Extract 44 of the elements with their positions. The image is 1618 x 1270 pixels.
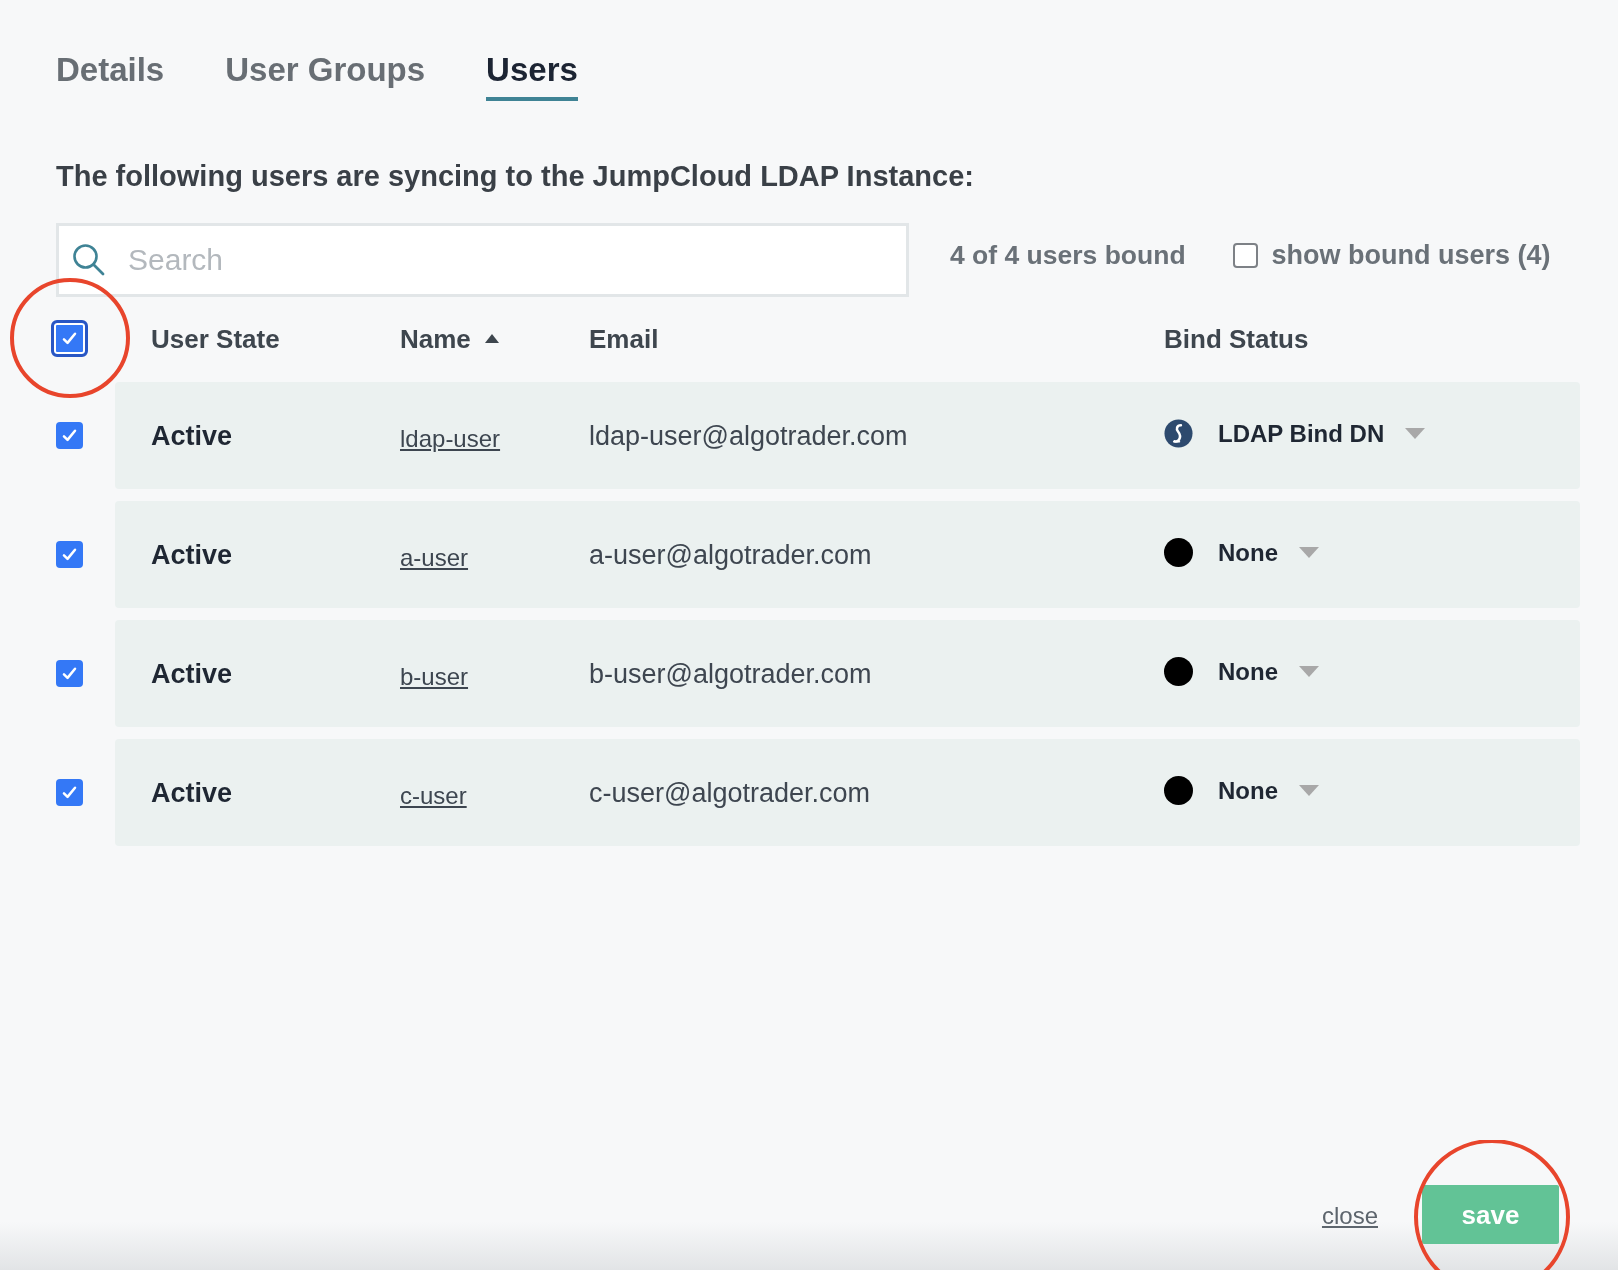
row-checkbox[interactable] (56, 660, 83, 687)
bind-status-dropdown[interactable]: None (1164, 538, 1319, 567)
bind-status-dropdown[interactable]: LDAP Bind DN (1164, 419, 1426, 448)
user-email: ldap-user@algotrader.com (589, 420, 908, 451)
checkbox-label[interactable]: show bound users (4) (1271, 240, 1551, 270)
search-field[interactable]: Search (56, 223, 909, 297)
column-header: Bind Status (1164, 323, 1309, 354)
select-all-checkbox[interactable] (51, 320, 88, 357)
caret-icon (1299, 547, 1319, 558)
user-email: b-user@algotrader.com (589, 658, 872, 689)
tab[interactable]: User Groups (225, 51, 426, 101)
column-header[interactable]: Name (400, 323, 500, 354)
check-icon (61, 666, 78, 681)
check-icon (61, 785, 78, 800)
close-link[interactable]: close (1321, 1201, 1378, 1230)
user-state: Active (151, 419, 233, 452)
tab[interactable]: Users (486, 51, 578, 101)
caret-icon (1299, 785, 1319, 796)
column-header: User State (151, 323, 280, 354)
user-email: c-user@algotrader.com (589, 777, 871, 808)
user-link[interactable]: b-user (400, 656, 469, 691)
column-header: Email (589, 323, 659, 354)
user-link[interactable]: c-user (400, 775, 467, 810)
bind-status-dropdown[interactable]: None (1164, 776, 1319, 805)
row-checkbox[interactable] (56, 541, 83, 568)
user-email: a-user@algotrader.com (589, 539, 872, 570)
check-icon (61, 547, 78, 562)
row-checkbox[interactable] (56, 779, 83, 806)
user-state: Active (151, 538, 233, 571)
bound-count: 4 of 4 users bound (950, 240, 1186, 270)
bind-status-dropdown[interactable]: None (1164, 657, 1319, 686)
check-icon (61, 428, 78, 443)
search-icon (72, 243, 105, 276)
user-link[interactable]: ldap-user (400, 418, 501, 453)
caret-icon (1405, 428, 1426, 439)
user-state: Active (151, 776, 233, 809)
user-state: Active (151, 657, 233, 690)
user-link[interactable]: a-user (400, 537, 469, 572)
check-icon (61, 331, 78, 346)
caret-icon (1299, 666, 1319, 677)
row-checkbox[interactable] (56, 422, 83, 449)
show-bound-checkbox[interactable] (1232, 242, 1258, 268)
section-heading: The following users are syncing to the JumpCloud LDAP Instance: (56, 160, 974, 192)
tab[interactable]: Details (56, 51, 165, 101)
